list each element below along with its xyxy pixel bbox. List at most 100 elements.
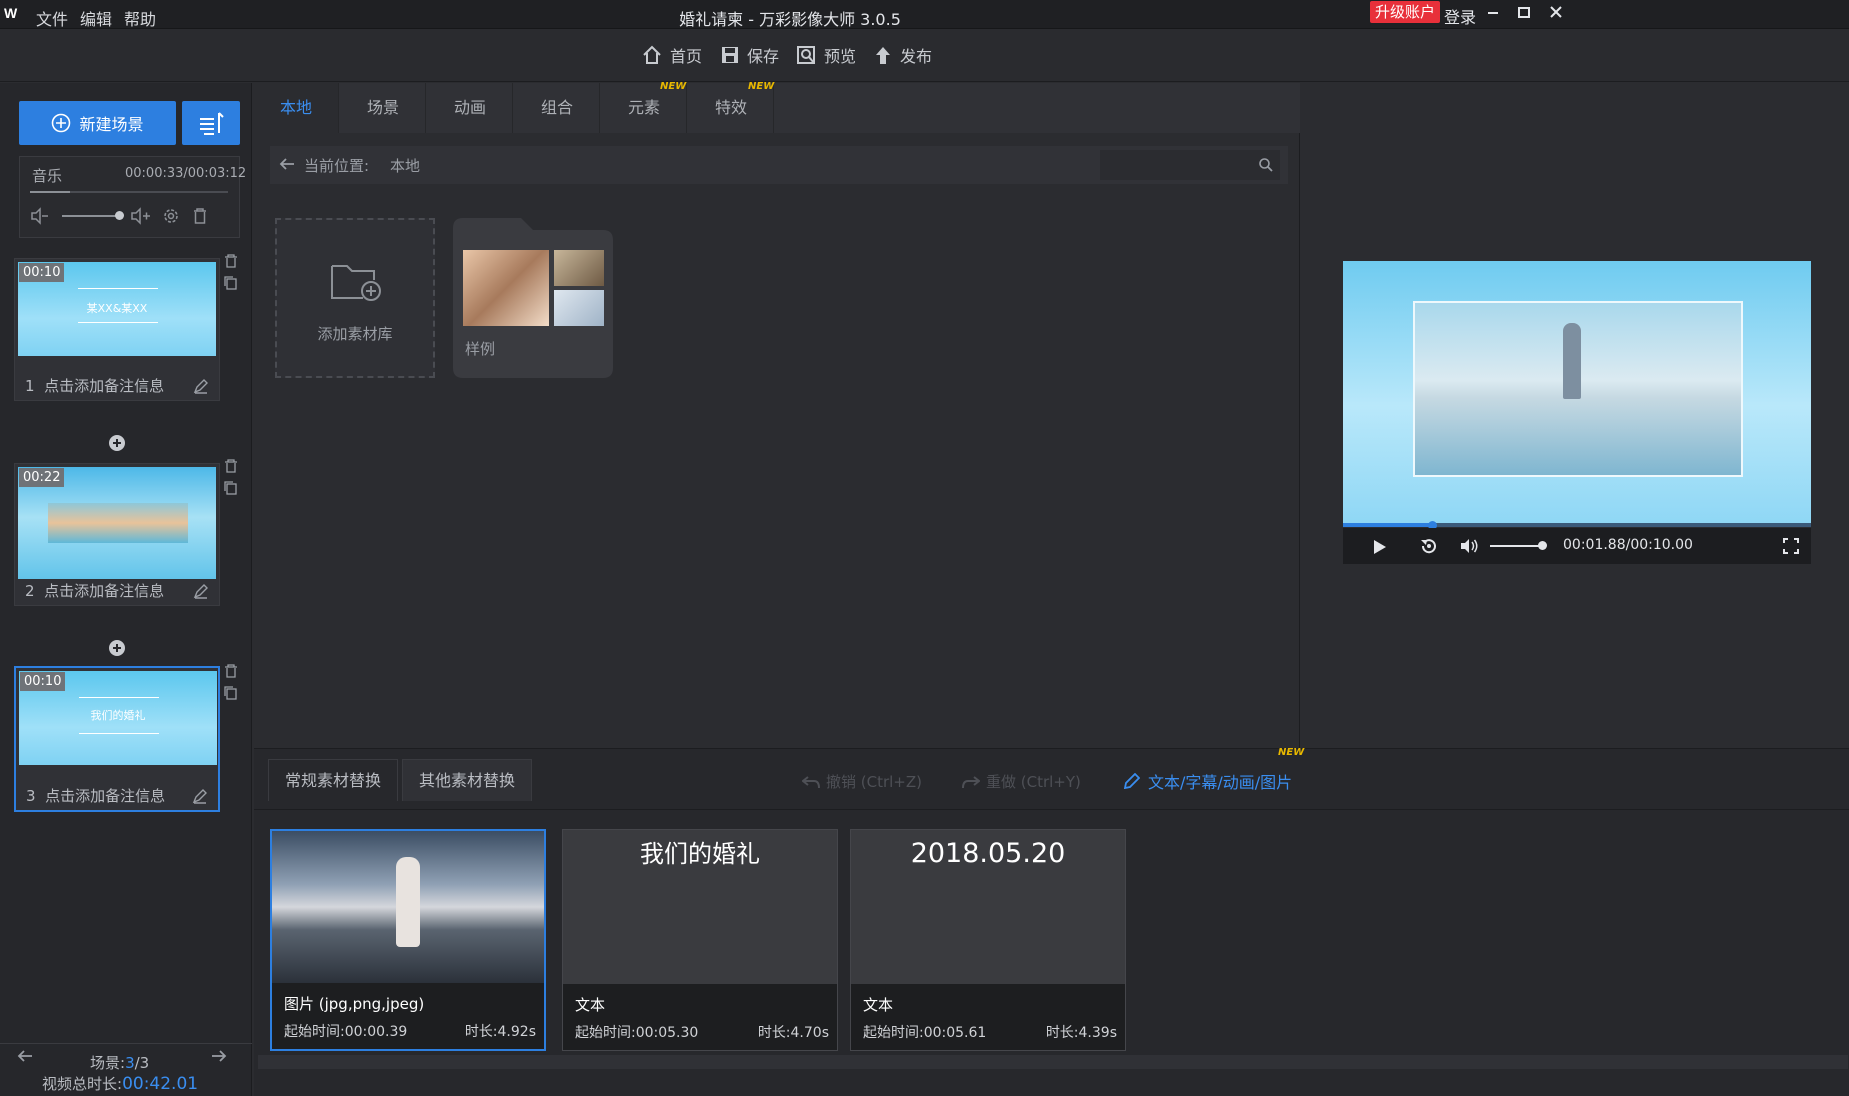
- scene-panel: 新建场景 音乐 00:00:33/00:03:12 某XX&某XX 00:10 …: [0, 83, 252, 1096]
- home-button[interactable]: 首页: [642, 43, 702, 67]
- couple-silhouette: [1563, 323, 1581, 399]
- music-volume-knob[interactable]: [115, 211, 124, 220]
- music-progress[interactable]: [30, 191, 228, 193]
- copy-scene-icon[interactable]: [224, 276, 238, 290]
- delete-scene-icon[interactable]: [224, 254, 238, 268]
- save-label: 保存: [747, 47, 780, 66]
- new-scene-button[interactable]: 新建场景: [19, 101, 176, 145]
- redo-button[interactable]: 重做 (Ctrl+Y): [962, 771, 1081, 792]
- tab-group[interactable]: 组合: [515, 83, 600, 133]
- card-type: 文本: [863, 996, 894, 1014]
- delete-scene-icon[interactable]: [224, 664, 238, 678]
- location-bar: 当前位置: 本地: [270, 146, 1288, 184]
- horizontal-scrollbar[interactable]: [258, 1055, 1848, 1069]
- scene-note[interactable]: 2 点击添加备注信息: [25, 580, 164, 601]
- replace-card-image[interactable]: 图片 (jpg,png,jpeg) 起始时间:00:00.39 时长:4.92s: [270, 829, 546, 1051]
- total-duration-label: 视频总时长:: [42, 1075, 123, 1093]
- tab-animation[interactable]: 动画: [428, 83, 513, 133]
- preview-volume-knob[interactable]: [1538, 541, 1547, 550]
- copy-scene-icon[interactable]: [224, 686, 238, 700]
- volume-down-icon[interactable]: [30, 207, 50, 225]
- music-volume-slider[interactable]: [62, 215, 120, 217]
- scene-index: 2: [25, 582, 35, 600]
- close-icon[interactable]: [1549, 5, 1563, 19]
- new-badge: NEW: [748, 81, 775, 92]
- music-panel: 音乐 00:00:33/00:03:12: [19, 156, 246, 238]
- scene-note-text: 点击添加备注信息: [44, 582, 165, 600]
- sample-photo-baby: [554, 290, 604, 326]
- copy-scene-icon[interactable]: [224, 481, 238, 495]
- tab-local[interactable]: 本地: [254, 83, 339, 133]
- upgrade-account-button[interactable]: 升级账户: [1370, 1, 1441, 23]
- publish-icon: [876, 47, 890, 64]
- replace-card-text-2[interactable]: 2018.05.20 文本 起始时间:00:05.61 时长:4.39s: [850, 829, 1126, 1051]
- scene-note[interactable]: 1 点击添加备注信息: [25, 375, 164, 396]
- scene-sort-button[interactable]: [182, 101, 240, 145]
- divider: [254, 809, 1849, 810]
- preview-label: 预览: [824, 47, 857, 66]
- window-title: 婚礼请柬 - 万彩影像大师 3.0.5: [679, 10, 901, 29]
- tab-regular-replace[interactable]: 常规素材替换: [268, 759, 399, 801]
- volume-icon[interactable]: [1460, 538, 1480, 554]
- replace-card-text-1[interactable]: 我们的婚礼 文本 起始时间:00:05.30 时长:4.70s: [562, 829, 838, 1051]
- delete-music-icon[interactable]: [192, 207, 208, 225]
- play-icon[interactable]: [1373, 539, 1387, 555]
- edit-note-icon[interactable]: [193, 583, 209, 599]
- scene-card-2[interactable]: 00:22 2 点击添加备注信息: [14, 463, 220, 606]
- edit-note-icon[interactable]: [192, 788, 208, 804]
- scene-thumb-text: 我们的婚礼: [90, 709, 146, 722]
- publish-button[interactable]: 发布: [874, 43, 932, 67]
- maximize-icon[interactable]: [1517, 6, 1531, 20]
- delete-scene-icon[interactable]: [224, 459, 238, 473]
- search-icon: [1258, 157, 1274, 173]
- login-button[interactable]: 登录: [1444, 4, 1476, 28]
- card-duration: 时长:4.92s: [464, 1024, 536, 1040]
- couple-silhouette: [396, 857, 420, 947]
- edit-note-icon[interactable]: [193, 378, 209, 394]
- card-duration: 时长:4.39s: [1045, 1025, 1117, 1041]
- edit-text-button[interactable]: 文本/字幕/动画/图片: [1124, 769, 1292, 793]
- fullscreen-icon[interactable]: [1783, 538, 1799, 554]
- card-text-content: 我们的婚礼: [640, 840, 760, 868]
- replace-panel: 常规素材替换 其他素材替换 撤销 (Ctrl+Z) 重做 (Ctrl+Y) 文本…: [254, 747, 1849, 1096]
- scene-counter-total: /3: [134, 1054, 150, 1072]
- redo-label: 重做 (Ctrl+Y): [986, 773, 1081, 791]
- card-start-time: 起始时间:00:00.39: [284, 1024, 408, 1040]
- add-scene-icon[interactable]: [108, 434, 126, 452]
- total-duration-value: 00:42.01: [122, 1074, 199, 1094]
- undo-button[interactable]: 撤销 (Ctrl+Z): [802, 771, 922, 792]
- tab-other-replace[interactable]: 其他素材替换: [402, 759, 533, 801]
- scene-card-1[interactable]: 某XX&某XX 00:10 1 点击添加备注信息: [14, 258, 220, 401]
- replay-icon[interactable]: [1419, 537, 1439, 555]
- volume-up-icon[interactable]: [130, 207, 152, 225]
- add-folder-icon: [329, 258, 385, 304]
- library-tabs: 本地 场景 动画 组合 元素 特效 NEW NEW: [254, 81, 1300, 133]
- preview-icon: [797, 45, 815, 64]
- preview-time: 00:01.88/00:10.00: [1563, 537, 1693, 553]
- add-library-button[interactable]: 添加素材库: [275, 218, 435, 378]
- scene-note[interactable]: 3 点击添加备注信息: [26, 785, 165, 806]
- back-arrow-icon[interactable]: [278, 157, 296, 171]
- tab-scene[interactable]: 场景: [341, 83, 426, 133]
- prev-scene-icon[interactable]: [16, 1049, 34, 1063]
- card-text-content: 2018.05.20: [910, 838, 1066, 869]
- minimize-icon[interactable]: [1486, 6, 1500, 20]
- add-scene-icon[interactable]: [108, 639, 126, 657]
- preview-progress-bar[interactable]: [1343, 523, 1811, 527]
- scene-index: 1: [25, 377, 35, 395]
- divider: [0, 1043, 252, 1044]
- new-badge: NEW: [660, 81, 687, 92]
- save-button[interactable]: 保存: [721, 43, 779, 67]
- search-input[interactable]: [1100, 150, 1280, 180]
- edit-text-label: 文本/字幕/动画/图片: [1148, 773, 1293, 792]
- preview-button[interactable]: 预览: [797, 43, 856, 67]
- scene-card-3[interactable]: 我们的婚礼 00:10 3 点击添加备注信息: [14, 666, 220, 812]
- sample-folder[interactable]: 样例: [453, 218, 613, 378]
- settings-icon[interactable]: [162, 207, 180, 225]
- scene-note-text: 点击添加备注信息: [44, 377, 165, 395]
- preview-volume-slider[interactable]: [1490, 545, 1542, 547]
- scene-counter-label: 场景:: [90, 1054, 126, 1072]
- next-scene-icon[interactable]: [210, 1049, 228, 1063]
- home-label: 首页: [670, 47, 703, 66]
- home-icon: [643, 45, 661, 64]
